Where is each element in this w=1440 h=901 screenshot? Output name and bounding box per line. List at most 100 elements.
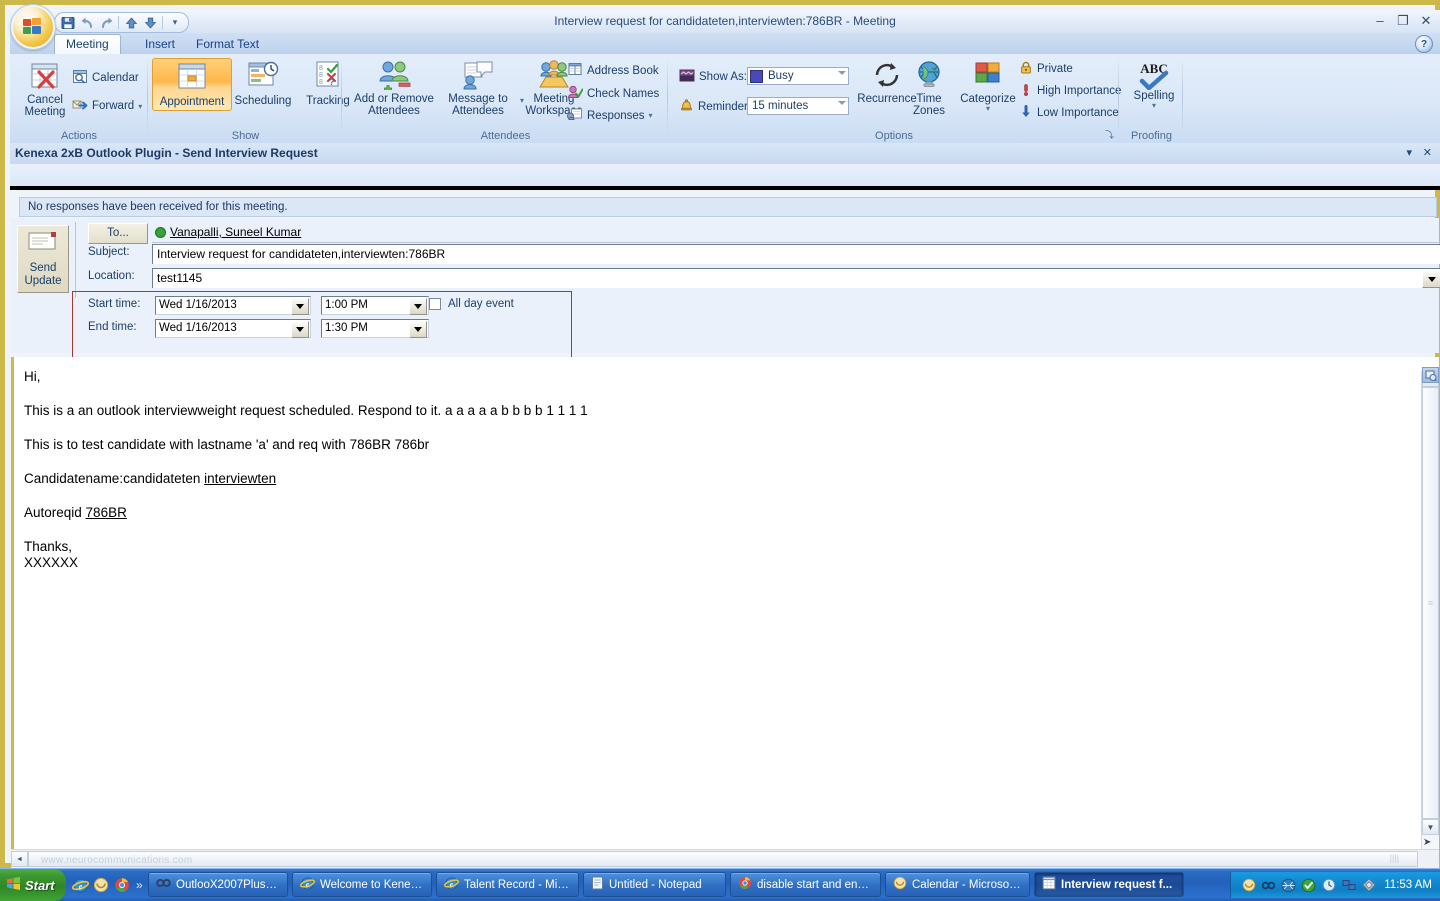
show-as-chevron-down-icon[interactable] xyxy=(838,71,846,75)
internet-explorer-icon[interactable]: e xyxy=(71,876,89,894)
start-date-input[interactable]: Wed 1/16/2013 xyxy=(155,296,311,315)
tab-meeting[interactable]: Meeting xyxy=(54,34,121,55)
categorize-button[interactable]: Categorize ▾ xyxy=(952,58,1024,114)
end-clock-dropdown-button[interactable] xyxy=(409,321,427,338)
quick-launch-more-chevron-icon[interactable]: » xyxy=(136,878,143,892)
taskbar-item-untitled-notepad[interactable]: Untitled - Notepad xyxy=(583,872,726,897)
taskbar-item-welcome-kenexa[interactable]: e Welcome to Kenexa 2... xyxy=(292,872,432,897)
svg-text:e: e xyxy=(78,882,82,891)
help-icon[interactable]: ? xyxy=(1415,35,1433,53)
categorize-chevron-down-icon[interactable]: ▾ xyxy=(986,105,990,113)
responses-chevron-down-icon[interactable]: ▾ xyxy=(649,111,653,120)
chevron-down-icon xyxy=(296,327,304,332)
desktop: Interview request for candidateten,inter… xyxy=(0,0,1440,901)
customize-qat-icon[interactable]: ▾ xyxy=(166,14,184,31)
select-browse-object-button[interactable] xyxy=(1422,367,1439,383)
private-button[interactable]: Private xyxy=(1017,60,1075,78)
start-date-dropdown-button[interactable] xyxy=(291,298,309,315)
calendar-button[interactable]: Calendar xyxy=(70,68,141,88)
reminder-chevron-down-icon[interactable] xyxy=(838,101,846,105)
to-button[interactable]: To... xyxy=(88,223,148,244)
ribbon-group-actions-label: Actions xyxy=(60,130,98,142)
next-item-icon[interactable] xyxy=(141,14,159,31)
scroll-left-button[interactable]: ◄ xyxy=(11,851,28,867)
chrome-icon[interactable] xyxy=(113,876,131,894)
clock-tray-icon[interactable] xyxy=(1321,878,1336,893)
tab-format-text[interactable]: Format Text xyxy=(185,34,270,54)
quick-access-toolbar[interactable]: ▾ xyxy=(54,12,189,33)
all-day-event-checkbox[interactable] xyxy=(429,298,441,310)
autoreqid-link[interactable]: 786BR xyxy=(86,505,127,520)
office-button[interactable] xyxy=(11,5,55,49)
infinity-tray-icon[interactable] xyxy=(1261,878,1276,893)
shield-tray-icon[interactable] xyxy=(1301,878,1316,893)
chevron-down-icon xyxy=(414,304,422,309)
body-vertical-scrollbar[interactable]: ▲ ≡ ▼ ➤ xyxy=(1421,367,1439,849)
responses-button[interactable]: Responses ▾ xyxy=(565,106,655,125)
low-importance-button[interactable]: Low Importance xyxy=(1017,104,1121,122)
taskbar-item-interview-request[interactable]: Interview request f... xyxy=(1034,872,1184,897)
diamond-tray-icon[interactable] xyxy=(1361,878,1376,893)
outlook-tray-icon[interactable] xyxy=(1241,878,1256,893)
taskbar-item-outlookx2007plus[interactable]: OutlooX2007Plus - Mic... xyxy=(148,872,288,897)
show-as-select[interactable]: Busy xyxy=(747,67,849,85)
message-body[interactable]: Hi, This is a an outlook interviewweight… xyxy=(11,357,1439,849)
spelling-chevron-down-icon[interactable]: ▾ xyxy=(1152,102,1156,110)
scheduling-button[interactable]: Scheduling xyxy=(226,58,300,109)
recurrence-icon xyxy=(871,60,903,93)
to-field[interactable]: Vanapalli, Suneel Kumar xyxy=(152,222,1440,243)
location-input[interactable]: test1145 xyxy=(152,268,1440,288)
undo-icon[interactable] xyxy=(78,14,96,31)
outlook-icon[interactable] xyxy=(92,876,110,894)
taskbar-item-calendar-outlook[interactable]: Calendar - Microsoft O... xyxy=(885,872,1030,897)
busy-color-swatch xyxy=(750,69,763,83)
end-clock-input[interactable]: 1:30 PM xyxy=(321,319,429,338)
redo-icon[interactable] xyxy=(97,14,115,31)
end-date-dropdown-button[interactable] xyxy=(291,321,309,338)
network-tray-icon[interactable] xyxy=(1341,878,1356,893)
interviewten-link[interactable]: interviewten xyxy=(204,471,276,486)
spelling-button[interactable]: ABC Spelling ▾ xyxy=(1124,58,1184,112)
forward-button[interactable]: Forward ▾ xyxy=(70,96,144,116)
taskbar-item-talent-record[interactable]: e Talent Record - Micros... xyxy=(436,872,579,897)
location-dropdown-button[interactable] xyxy=(1422,270,1440,288)
scroll-thumb[interactable]: ≡ xyxy=(1422,387,1439,819)
restore-button[interactable]: ❐ xyxy=(1395,13,1411,28)
kenexa-plugin-collapse-icon[interactable]: ▾ xyxy=(1406,146,1412,159)
send-update-button[interactable]: Send Update xyxy=(17,225,69,293)
body-horizontal-scrollbar[interactable]: ◄ www.neurocommunications.com |||| xyxy=(11,849,1439,869)
taskbar-item-disable-start-end[interactable]: disable start and end t... xyxy=(730,872,881,897)
high-importance-button[interactable]: High Importance xyxy=(1017,82,1123,100)
ribbon-group-attendees-label: Attendees xyxy=(480,130,531,142)
kenexa-plugin-close-icon[interactable]: ✕ xyxy=(1423,146,1432,159)
end-date-input[interactable]: Wed 1/16/2013 xyxy=(155,319,311,338)
add-or-remove-attendees-button[interactable]: Add or Remove Attendees xyxy=(348,58,440,119)
reminder-select[interactable]: 15 minutes xyxy=(747,97,849,115)
horizontal-scroll-thumb[interactable]: www.neurocommunications.com |||| xyxy=(28,851,1418,867)
next-page-arrow-icon[interactable]: ➤ xyxy=(1423,837,1431,848)
time-zones-button[interactable]: Time Zones xyxy=(901,58,957,119)
appointment-button[interactable]: Appointment xyxy=(152,58,232,111)
previous-item-icon[interactable] xyxy=(122,14,140,31)
globe-tray-icon[interactable] xyxy=(1281,878,1296,893)
cancel-meeting-button[interactable]: Cancel Meeting xyxy=(16,59,74,120)
start-clock-input[interactable]: 1:00 PM xyxy=(321,296,429,315)
save-icon[interactable] xyxy=(59,14,77,31)
close-button[interactable]: ✕ xyxy=(1418,13,1434,28)
reminder-label: Reminder: xyxy=(698,101,752,113)
message-to-attendees-button[interactable]: Message to Attendees ▾ xyxy=(436,58,524,119)
start-clock-dropdown-button[interactable] xyxy=(409,298,427,315)
ribbon-group-show-label: Show xyxy=(231,130,260,142)
check-names-button[interactable]: Check Names xyxy=(565,84,661,103)
time-zones-label-2: Zones xyxy=(913,105,945,117)
tab-insert[interactable]: Insert xyxy=(134,34,186,54)
start-button[interactable]: Start xyxy=(0,869,66,901)
scroll-down-button[interactable]: ▼ xyxy=(1422,819,1439,835)
subject-input[interactable]: Interview request for candidateten,inter… xyxy=(152,244,1440,264)
minimize-button[interactable]: – xyxy=(1372,13,1388,28)
meeting-icon xyxy=(1042,876,1056,893)
system-clock[interactable]: 11:53 AM xyxy=(1384,879,1432,891)
address-book-button[interactable]: Address Book xyxy=(565,61,661,80)
scroll-down-arrow-icon: ▼ xyxy=(1426,822,1435,832)
forward-chevron-down-icon[interactable]: ▾ xyxy=(138,102,142,111)
